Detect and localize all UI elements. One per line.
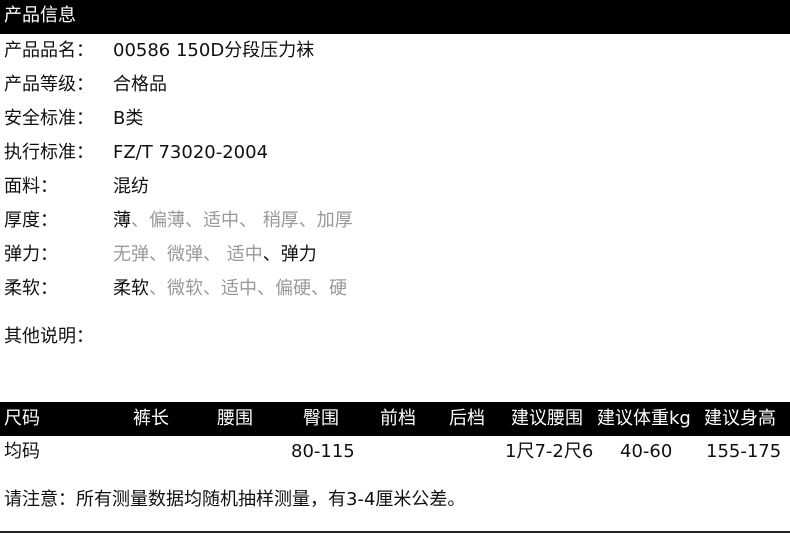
size-cell: 均码 bbox=[4, 441, 40, 462]
size-header-cell: 建议身高 bbox=[704, 408, 776, 429]
product-info-header: 产品信息 bbox=[0, 0, 790, 34]
size-header-cell: 腰围 bbox=[217, 408, 253, 429]
info-value: FZ/T 73020-2004 bbox=[113, 142, 269, 163]
softness-option: 柔软 bbox=[113, 278, 149, 299]
size-header-cell: 前档 bbox=[380, 408, 416, 429]
info-value: B类 bbox=[113, 108, 144, 129]
thickness-option: 、适中 bbox=[185, 210, 239, 231]
info-label: 产品品名： bbox=[4, 40, 94, 61]
info-label: 安全标准： bbox=[4, 108, 94, 129]
softness-options: 柔软、微软、适中、偏硬、硬 bbox=[113, 274, 347, 304]
elasticity-option: 、 适中 bbox=[203, 244, 263, 265]
size-header-cell: 后档 bbox=[449, 408, 485, 429]
info-value: 合格品 bbox=[113, 74, 167, 95]
softness-option: 、偏硬 bbox=[257, 278, 311, 299]
elasticity-options: 无弹、微弹、 适中、弹力 bbox=[113, 240, 317, 270]
softness-option: 、微软 bbox=[149, 278, 203, 299]
section-title: 产品信息 bbox=[4, 5, 76, 26]
size-table-header: 尺码 裤长 腰围 臀围 前档 后档 建议腰围 建议体重kg 建议身高 bbox=[0, 402, 790, 436]
size-cell: 155-175 bbox=[706, 441, 782, 462]
other-notes-label: 其他说明： bbox=[4, 326, 94, 347]
info-label: 厚度： bbox=[4, 210, 58, 231]
size-cell: 80-115 bbox=[291, 441, 355, 462]
info-value: 混纺 bbox=[113, 176, 149, 197]
thickness-option: 薄 bbox=[113, 210, 131, 231]
elasticity-option: 、微弹 bbox=[149, 244, 203, 265]
size-header-cell: 建议体重kg bbox=[597, 408, 691, 429]
info-label: 面料： bbox=[4, 176, 58, 197]
size-header-cell: 裤长 bbox=[133, 408, 169, 429]
measurement-note: 请注意：所有测量数据均随机抽样测量，有3-4厘米公差。 bbox=[4, 489, 466, 510]
elasticity-option: 、弹力 bbox=[262, 244, 317, 265]
info-label: 执行标准： bbox=[4, 142, 94, 163]
elasticity-option: 无弹 bbox=[113, 244, 149, 265]
thickness-option: 、偏薄 bbox=[131, 210, 185, 231]
info-label: 产品等级： bbox=[4, 74, 94, 95]
size-cell: 1尺7-2尺6 bbox=[505, 441, 594, 462]
thickness-option: 、 稍厚 bbox=[239, 210, 299, 231]
size-header-cell: 尺码 bbox=[4, 408, 40, 429]
info-label: 弹力： bbox=[4, 244, 58, 265]
info-value: 00586 150D分段压力袜 bbox=[113, 40, 315, 61]
thickness-options: 薄、偏薄、适中、 稍厚、加厚 bbox=[113, 206, 353, 236]
info-label: 柔软： bbox=[4, 278, 58, 299]
size-cell: 40-60 bbox=[620, 441, 673, 462]
softness-option: 、硬 bbox=[311, 278, 347, 299]
divider bbox=[0, 531, 790, 533]
softness-option: 、适中 bbox=[203, 278, 257, 299]
size-header-cell: 臀围 bbox=[303, 408, 339, 429]
size-header-cell: 建议腰围 bbox=[511, 408, 583, 429]
thickness-option: 、加厚 bbox=[298, 210, 353, 231]
